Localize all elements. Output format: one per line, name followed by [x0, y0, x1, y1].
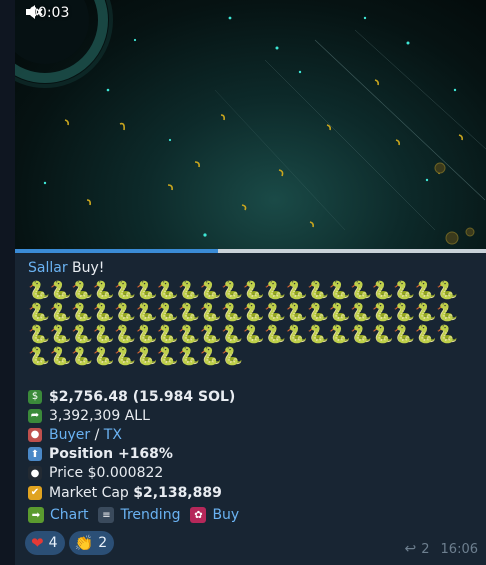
clap-count: 2 — [98, 535, 108, 551]
stat-usd: $ $2,756.48 (15.984 SOL) — [28, 387, 475, 406]
sender-link[interactable]: Sallar — [28, 260, 68, 276]
buy-badge-icon: ✿ — [190, 507, 207, 523]
position-value: Position +168% — [49, 446, 173, 463]
muted-speaker-icon[interactable] — [25, 4, 43, 20]
heart-reaction[interactable]: ❤ 4 — [25, 531, 65, 555]
snake-row: 🐍🐍🐍🐍🐍🐍🐍🐍🐍🐍🐍🐍🐍🐍🐍🐍🐍🐍🐍🐍 — [28, 303, 458, 323]
stat-mcap: ✔ Market Cap $2,138,889 — [28, 483, 475, 502]
stats-list: $ $2,756.48 (15.984 SOL) ➦ 3,392,309 ALL… — [28, 387, 475, 502]
person-icon: ● — [28, 427, 42, 442]
stat-position: ⬆ Position +168% — [28, 445, 475, 464]
buyer-tx-separator: / — [90, 426, 104, 443]
stat-price: ● Price $0.000822 — [28, 464, 475, 483]
video-player[interactable]: 00:03 — [15, 0, 486, 250]
heart-count: 4 — [48, 535, 58, 551]
buy-action[interactable]: ✿ Buy — [190, 507, 239, 523]
dollar-icon: $ — [28, 389, 42, 404]
amount-value: 3,392,309 ALL — [49, 407, 150, 424]
trending-list-icon: ≡ — [98, 507, 115, 523]
reply-count: 2 — [421, 541, 430, 557]
snake-row: 🐍🐍🐍🐍🐍🐍🐍🐍🐍🐍🐍🐍🐍🐍🐍🐍🐍🐍🐍🐍 — [28, 325, 458, 345]
reactions-bar: ❤ 4 👏 2 — [25, 531, 115, 555]
usd-value: $2,756.48 (15.984 SOL) — [49, 388, 236, 405]
chart-action[interactable]: ➡ Chart — [28, 507, 88, 523]
message-content: Sallar Buy! 🐍🐍🐍🐍🐍🐍🐍🐍🐍🐍🐍🐍🐍🐍🐍🐍🐍🐍🐍🐍 🐍🐍🐍🐍🐍🐍🐍… — [28, 258, 475, 502]
video-progress-bar[interactable] — [15, 249, 486, 253]
tx-link[interactable]: TX — [104, 427, 122, 443]
share-arrow-icon: ➦ — [28, 408, 42, 423]
heart-icon: ❤ — [31, 534, 44, 552]
message-meta: ↩ 2 16:06 — [405, 541, 478, 557]
message-bubble: 00:03 Sallar Buy! 🐍🐍🐍🐍🐍🐍🐍🐍🐍🐍🐍🐍🐍🐍🐍🐍🐍🐍🐍🐍 🐍… — [15, 0, 486, 565]
record-icon: ● — [28, 466, 42, 481]
snake-row: 🐍🐍🐍🐍🐍🐍🐍🐍🐍🐍🐍🐍🐍🐍🐍🐍🐍🐍🐍🐍 — [28, 281, 458, 301]
message-headline: Sallar Buy! — [28, 258, 475, 278]
buy-link[interactable]: Buy — [212, 507, 239, 523]
snake-emoji-block: 🐍🐍🐍🐍🐍🐍🐍🐍🐍🐍🐍🐍🐍🐍🐍🐍🐍🐍🐍🐍 🐍🐍🐍🐍🐍🐍🐍🐍🐍🐍🐍🐍🐍🐍🐍🐍🐍🐍🐍… — [28, 280, 468, 368]
up-arrow-icon: ⬆ — [28, 447, 42, 462]
right-arrow-icon: ➡ — [28, 507, 44, 523]
stat-amount: ➦ 3,392,309 ALL — [28, 406, 475, 425]
video-frame — [15, 0, 486, 245]
buyer-link[interactable]: Buyer — [49, 427, 90, 443]
snake-row: 🐍🐍🐍🐍🐍🐍🐍🐍🐍🐍 — [28, 347, 243, 367]
price-value: Price $0.000822 — [49, 465, 164, 482]
clap-icon: 👏 — [74, 534, 94, 552]
mcap-value: $2,138,889 — [133, 484, 222, 501]
reply-arrow-icon[interactable]: ↩ — [405, 541, 417, 557]
video-progress-fill — [15, 249, 218, 253]
trending-action[interactable]: ≡ Trending — [98, 507, 180, 523]
action-links: ➡ Chart ≡ Trending ✿ Buy — [28, 507, 249, 523]
action-text: Buy! — [72, 260, 105, 276]
video-timecode: 00:03 — [25, 4, 73, 22]
checkmark-icon: ✔ — [28, 485, 42, 500]
chart-link[interactable]: Chart — [50, 507, 88, 523]
clap-reaction[interactable]: 👏 2 — [68, 531, 115, 555]
mcap-label: Market Cap — [49, 484, 134, 501]
message-time: 16:06 — [440, 541, 478, 557]
stat-buyer: ● Buyer / TX — [28, 425, 475, 444]
trending-link[interactable]: Trending — [120, 507, 180, 523]
